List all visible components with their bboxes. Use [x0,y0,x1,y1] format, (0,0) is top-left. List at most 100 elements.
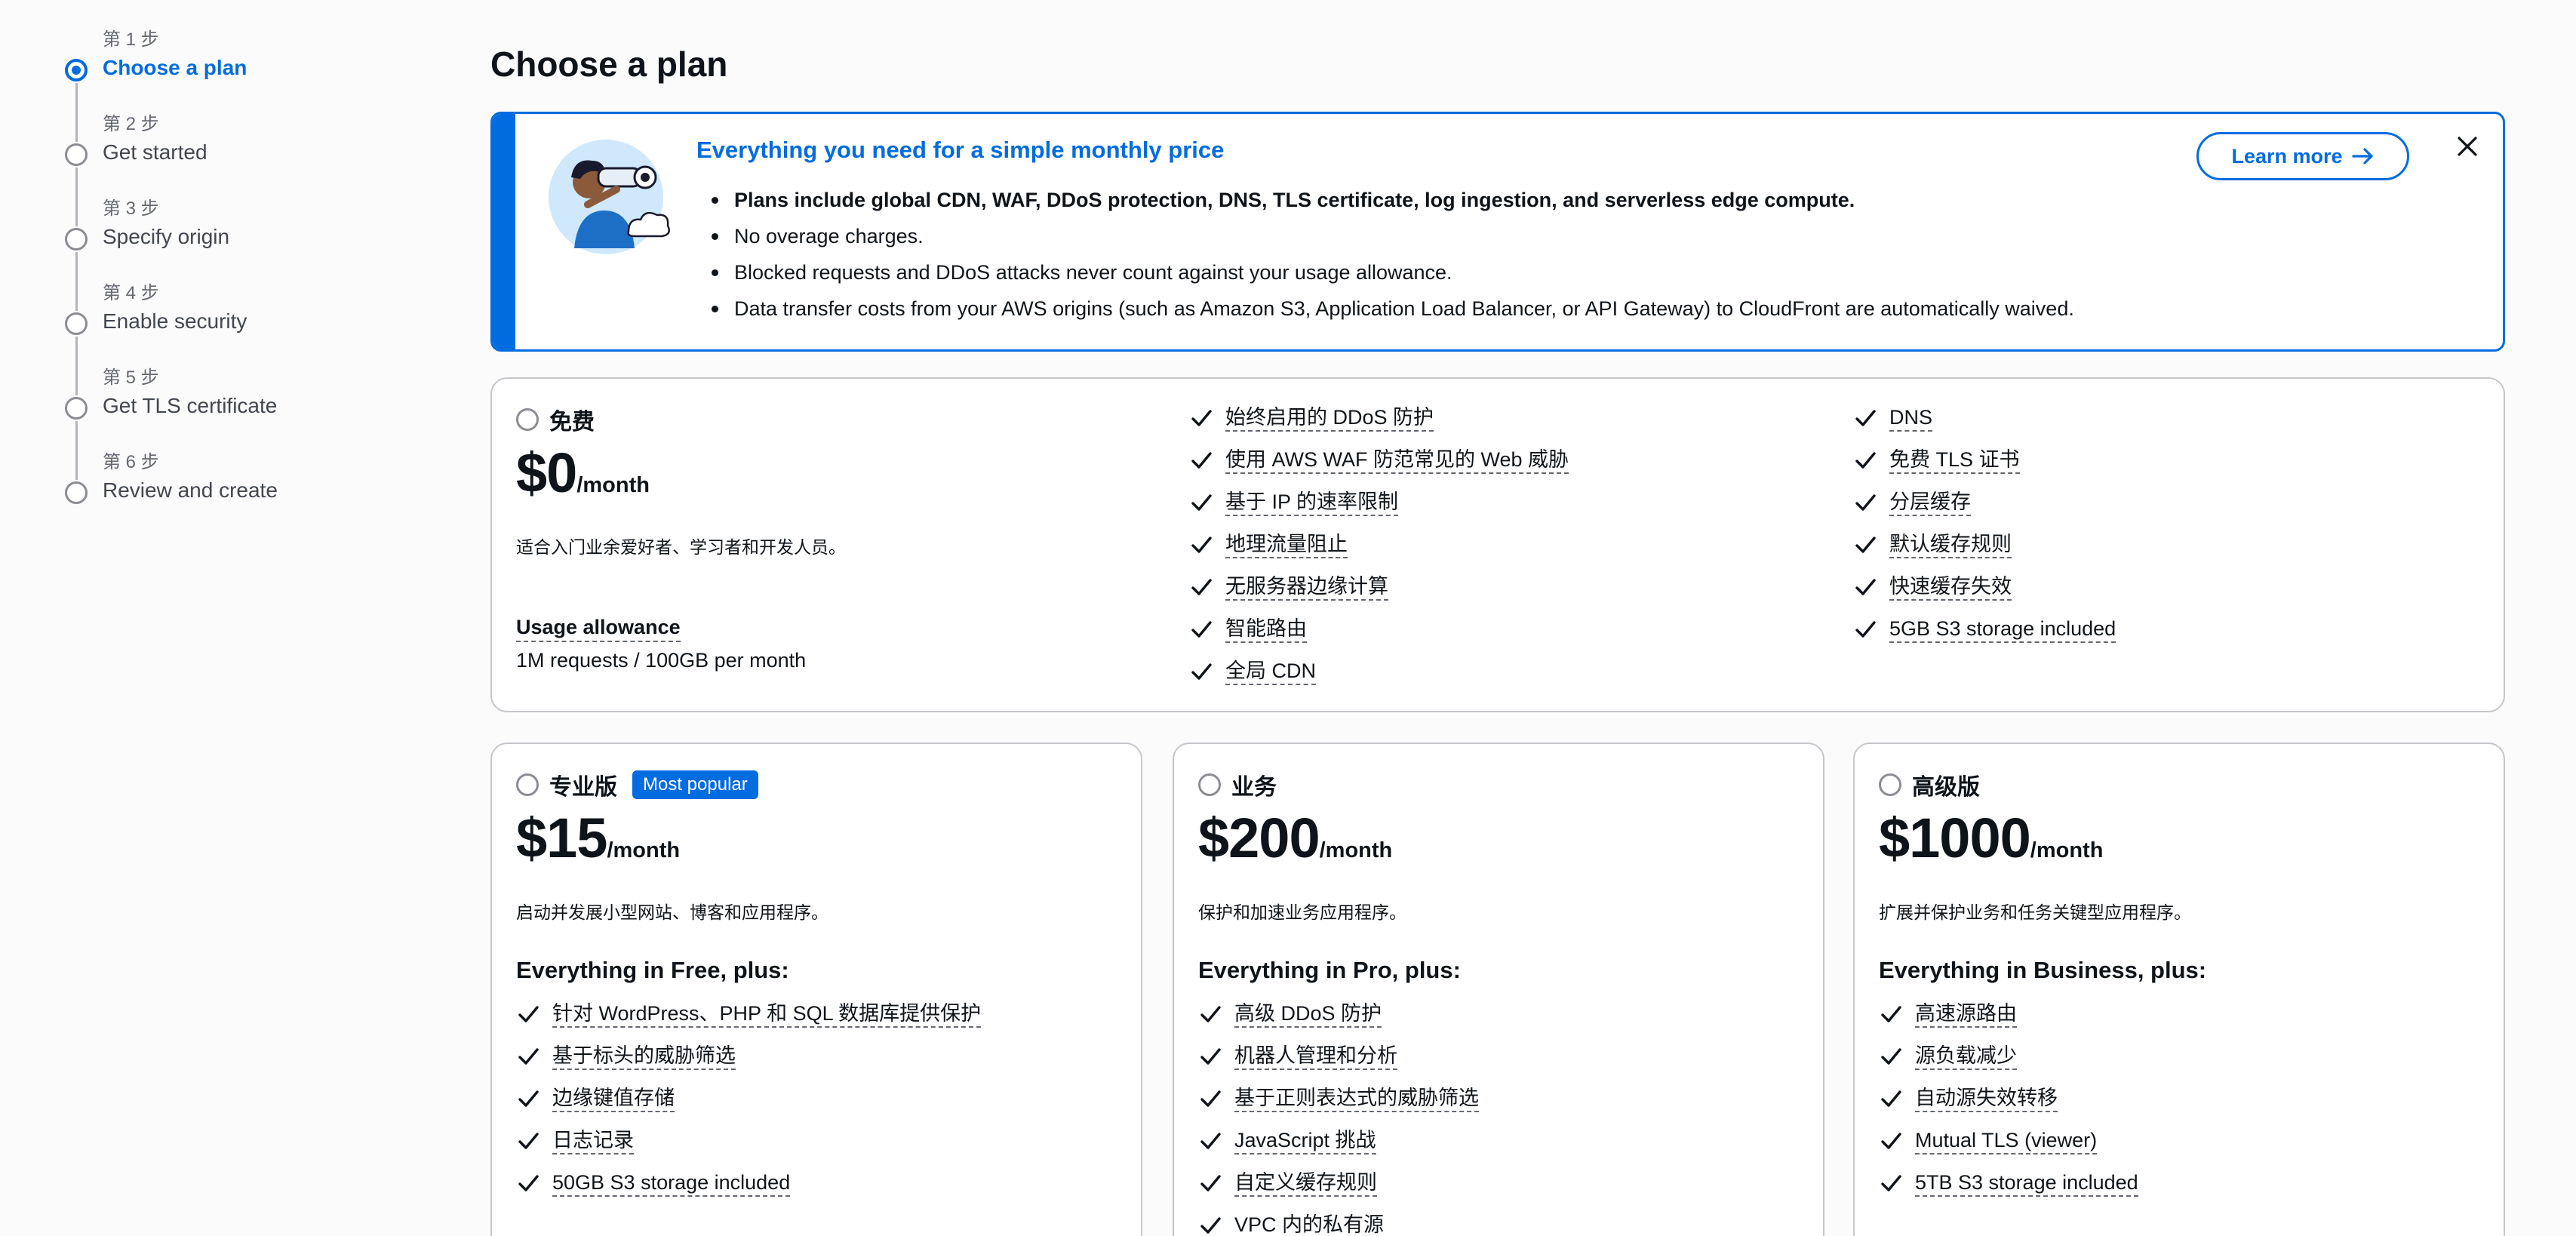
banner-bullet: Data transfer costs from your AWS origin… [712,291,2074,327]
feature-label[interactable]: 地理流量阻止 [1225,531,1348,558]
step-number: 第 6 步 [103,452,159,472]
checkmark-icon [1191,663,1212,680]
feature-label[interactable]: 始终启用的 DDoS 防护 [1225,404,1434,432]
feature-label[interactable]: 日志记录 [552,1127,634,1155]
page-title: Choose a plan [490,45,728,84]
usage-allowance-value: 1M requests / 100GB per month [516,649,807,672]
step-review-create[interactable]: 第 6 步 Review and create [60,448,377,533]
step-get-started[interactable]: 第 2 步 Get started [60,110,377,226]
price-period: /month [607,838,681,862]
feature-label[interactable]: 5GB S3 storage included [1889,616,2116,643]
feature-label[interactable]: 5TB S3 storage included [1915,1170,2138,1197]
plan-price: $0 /month [516,441,650,505]
feature-item: 免费 TLS 证书 [1853,439,2116,481]
feature-label[interactable]: 基于标头的威胁筛选 [552,1043,736,1070]
feature-label[interactable]: 默认缓存规则 [1889,531,2012,558]
feature-item: 5GB S3 storage included [1853,608,2116,650]
feature-label[interactable]: 智能路由 [1225,616,1307,643]
feature-list: DNS 免费 TLS 证书 分层缓存默认缓存规则 快速缓存失效 5GB S3 stora… [1853,397,2116,650]
feature-label[interactable]: VPC 内的私有源 [1234,1212,1384,1236]
plan-radio-button[interactable] [516,773,539,796]
step-pending-indicator-icon [65,481,88,504]
step-active-indicator-icon [65,59,88,81]
step-enable-security[interactable]: 第 4 步 Enable security [60,279,377,395]
feature-label[interactable]: 快速缓存失效 [1889,573,2012,601]
learn-more-button[interactable]: Learn more [2196,132,2409,180]
checkmark-icon [1200,1090,1221,1107]
feature-label[interactable]: 无服务器边缘计算 [1225,573,1388,601]
feature-label[interactable]: 自定义缓存规则 [1234,1170,1377,1197]
feature-label[interactable]: 使用 AWS WAF 防范常见的 Web 威胁 [1225,447,1569,474]
plan-radio-row[interactable]: 专业版 Most popular [516,768,758,801]
feature-label[interactable]: 自动源失效转移 [1915,1085,2058,1112]
close-icon [2458,137,2477,156]
checkmark-icon [518,1090,539,1107]
banner-title: Everything you need for a simple monthly… [696,137,1225,163]
plan-radio-button[interactable] [1198,773,1221,796]
banner-accent-bar [493,114,515,349]
feature-item: DNS [1853,397,2116,439]
step-title: Enable security [103,309,247,333]
feature-label[interactable]: 机器人管理和分析 [1234,1043,1397,1070]
feature-item: 日志记录 [516,1120,981,1162]
step-number: 第 1 步 [103,29,159,50]
plan-radio-row[interactable]: 业务 [1198,768,1277,801]
feature-label[interactable]: 针对 WordPress、PHP 和 SQL 数据库提供保护 [552,1001,982,1028]
step-number: 第 5 步 [103,367,159,388]
plan-card-pro[interactable]: 专业版 Most popular $15 /month 启动并发展小型网站、博客… [490,743,1142,1236]
banner-close-button[interactable] [2448,128,2486,165]
plan-card-premium[interactable]: 高级版 $1000 /month 扩展并保护业务和任务关键型应用程序。 Ever… [1853,743,2505,1236]
checkmark-icon [1855,494,1876,511]
plan-radio-row[interactable]: 高级版 [1879,768,1980,801]
step-specify-origin[interactable]: 第 3 步 Specify origin [60,195,377,311]
checkmark-icon [1881,1133,1901,1149]
plan-radio-row[interactable]: 免费 [516,403,595,436]
step-title: Review and create [103,478,278,502]
plan-includes-title: Everything in Pro, plus: [1198,957,1461,983]
checkmark-icon [518,1133,539,1149]
feature-item: VPC 内的私有源 [1198,1204,1479,1236]
feature-item: 默认缓存规则 [1853,524,2116,566]
step-pending-indicator-icon [65,228,88,251]
plan-name: 高级版 [1912,775,1980,800]
feature-label[interactable]: 分层缓存 [1889,489,1971,516]
feature-item: 自定义缓存规则 [1198,1162,1479,1204]
feature-list: 针对 WordPress、PHP 和 SQL 数据库提供保护 基于标头的威胁筛选边… [516,993,982,1204]
plan-card-business[interactable]: 业务 $200 /month 保护和加速业务应用程序。 Everything i… [1173,743,1824,1236]
feature-label[interactable]: Mutual TLS (viewer) [1915,1127,2098,1155]
feature-label[interactable]: 50GB S3 storage included [552,1170,791,1197]
step-pending-indicator-icon [65,143,88,166]
plan-radio-button[interactable] [516,408,539,431]
checkmark-icon [1881,1175,1901,1191]
checkmark-icon [1881,1048,1901,1065]
plan-includes-title: Everything in Business, plus: [1879,957,2207,983]
feature-item: 快速缓存失效 [1853,566,2116,608]
feature-label[interactable]: DNS [1889,404,1933,432]
feature-label[interactable]: 基于 IP 的速率限制 [1225,489,1399,516]
banner-bullet-list: Plans include global CDN, WAF, DDoS prot… [712,182,2074,327]
step-choose-plan[interactable]: 第 1 步 Choose a plan [60,26,377,142]
step-tls-certificate[interactable]: 第 5 步 Get TLS certificate [60,364,377,480]
feature-item: Mutual TLS (viewer) [1879,1120,2138,1162]
plan-card-free[interactable]: 免费 $0 /month 适合入门业余爱好者、学习者和开发人员。 Usage a… [490,377,2505,712]
usage-allowance-title[interactable]: Usage allowance [516,616,681,642]
checkmark-icon [1191,621,1212,638]
plan-radio-button[interactable] [1879,773,1901,796]
feature-item: 机器人管理和分析 [1198,1035,1479,1078]
feature-label[interactable]: 基于正则表达式的威胁筛选 [1234,1085,1479,1112]
price-amount: $200 [1198,807,1320,869]
feature-item: 高速源路由 [1879,993,2138,1035]
feature-label[interactable]: 边缘键值存储 [552,1085,675,1112]
checkmark-icon [518,1006,539,1022]
feature-label[interactable]: 源负载减少 [1915,1043,2017,1070]
plan-description: 启动并发展小型网站、博客和应用程序。 [516,902,828,922]
feature-list: 高速源路由源负载减少自动源失效转移 Mutual TLS (viewer) 5TB … [1879,993,2138,1204]
feature-label[interactable]: 免费 TLS 证书 [1889,447,2020,474]
feature-list: 高级 DDoS 防护 机器人管理和分析基于正则表达式的威胁筛选 JavaScript… [1198,993,1479,1236]
feature-label[interactable]: 全局 CDN [1225,658,1316,685]
feature-label[interactable]: JavaScript 挑战 [1234,1127,1376,1155]
feature-label[interactable]: 高级 DDoS 防护 [1234,1001,1382,1028]
feature-label[interactable]: 高速源路由 [1915,1001,2017,1028]
checkmark-icon [1881,1090,1901,1107]
step-pending-indicator-icon [65,397,88,420]
